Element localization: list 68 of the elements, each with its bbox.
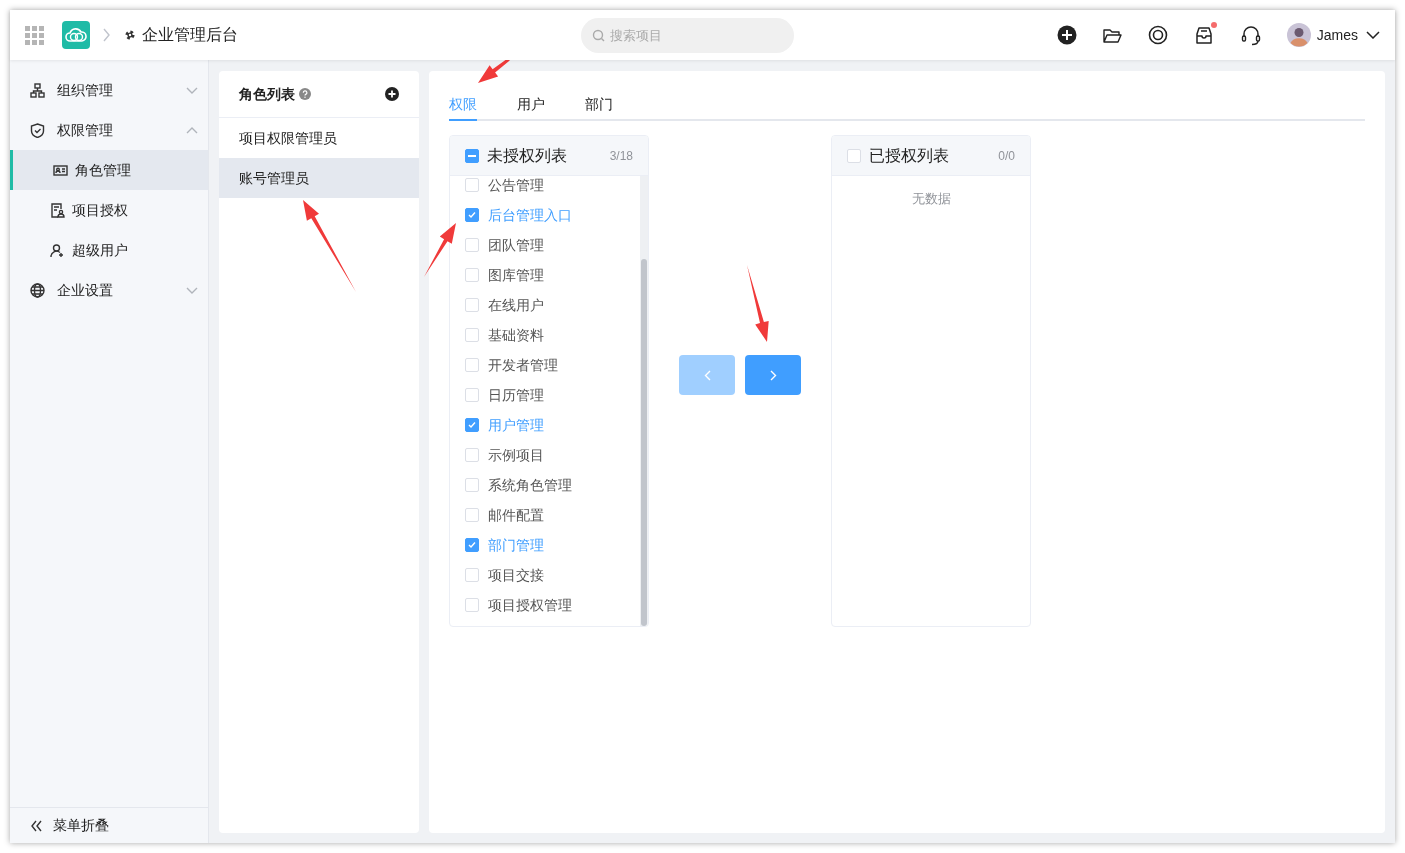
cloud-logo-icon[interactable] <box>62 21 90 49</box>
sidebar-subitem[interactable]: 超级用户 <box>10 230 208 270</box>
annotation-arrow <box>424 223 456 277</box>
check-icon <box>467 420 477 430</box>
checkbox-label[interactable]: 项目交接 <box>488 564 544 586</box>
minus-icon <box>468 154 476 157</box>
lifebuoy-icon[interactable] <box>1147 25 1168 45</box>
checkbox-label[interactable]: 在线用户 <box>488 294 544 316</box>
checkbox-label[interactable]: 基础资料 <box>488 324 544 346</box>
role-item[interactable]: 项目权限管理员 <box>219 118 419 158</box>
sidebar-subitem[interactable]: 项目授权 <box>10 190 208 230</box>
sidebar-item[interactable]: 权限管理 <box>10 110 208 150</box>
checkbox-label[interactable]: 日历管理 <box>488 384 544 406</box>
tab[interactable]: 部门 <box>585 89 613 121</box>
panel-title: 已授权列表 <box>869 145 950 166</box>
checkbox-label[interactable]: 公告管理 <box>488 176 544 196</box>
check-icon <box>467 210 477 220</box>
help-icon[interactable] <box>299 88 311 100</box>
folder-icon[interactable] <box>1101 26 1123 44</box>
collapse-menu-button[interactable]: 菜单折叠 <box>10 807 208 843</box>
item-count: 3/18 <box>609 147 633 165</box>
checkbox[interactable] <box>465 418 479 432</box>
checkbox-label[interactable]: 项目授权管理 <box>488 594 572 616</box>
app-title: 企业管理后台 <box>142 25 238 45</box>
chevron-right-icon <box>769 369 777 381</box>
move-right-button[interactable] <box>745 355 801 395</box>
apps-grid-icon[interactable] <box>25 25 44 45</box>
checkbox-label[interactable]: 团队管理 <box>488 234 544 256</box>
checkbox-label[interactable]: 示例项目 <box>488 444 544 466</box>
checkbox[interactable] <box>465 148 479 163</box>
checkbox-label[interactable]: 邮件配置 <box>488 504 544 526</box>
chevron-up-icon <box>186 126 198 134</box>
add-icon[interactable] <box>1056 25 1077 45</box>
hierarchy-icon <box>30 82 45 98</box>
checkbox-label[interactable]: 系统角色管理 <box>488 474 572 496</box>
chevron-down-icon <box>186 86 198 94</box>
gear-icon <box>123 28 137 42</box>
role-item[interactable]: 账号管理员 <box>219 158 419 198</box>
globe-icon <box>30 282 45 298</box>
chevron-right-icon <box>102 28 111 42</box>
avatar-icon <box>1286 23 1311 47</box>
sidebar-item[interactable]: 组织管理 <box>10 70 208 110</box>
add-icon[interactable] <box>385 87 399 101</box>
checkbox[interactable] <box>465 538 479 552</box>
sidebar-item[interactable]: 企业设置 <box>10 270 208 310</box>
search-icon <box>591 28 605 42</box>
tab[interactable]: 用户 <box>517 89 545 121</box>
id-card-icon <box>53 162 68 178</box>
shield-check-icon <box>30 122 45 138</box>
chevron-left-icon <box>703 369 711 381</box>
document-user-icon <box>50 202 65 218</box>
checkbox[interactable] <box>465 208 479 222</box>
sidebar-subitem[interactable]: 角色管理 <box>10 150 208 190</box>
panel-title: 未授权列表 <box>487 145 568 166</box>
item-count: 0/0 <box>998 147 1015 165</box>
double-chevron-left-icon <box>30 819 42 832</box>
search-field[interactable]: 搜索项目 <box>580 17 794 53</box>
scrollbar[interactable] <box>640 176 648 626</box>
chevron-down-icon <box>1366 31 1380 39</box>
headset-icon[interactable] <box>1239 24 1262 46</box>
user-menu[interactable]: James <box>1286 23 1380 47</box>
check-icon <box>467 540 477 550</box>
empty-text: 无数据 <box>910 190 952 208</box>
chevron-down-icon <box>186 286 198 294</box>
checkbox-label[interactable]: 开发者管理 <box>488 354 558 376</box>
panel-title: 角色列表 <box>239 84 295 104</box>
user-add-icon <box>50 242 65 258</box>
checkbox-label[interactable]: 图库管理 <box>488 264 544 286</box>
